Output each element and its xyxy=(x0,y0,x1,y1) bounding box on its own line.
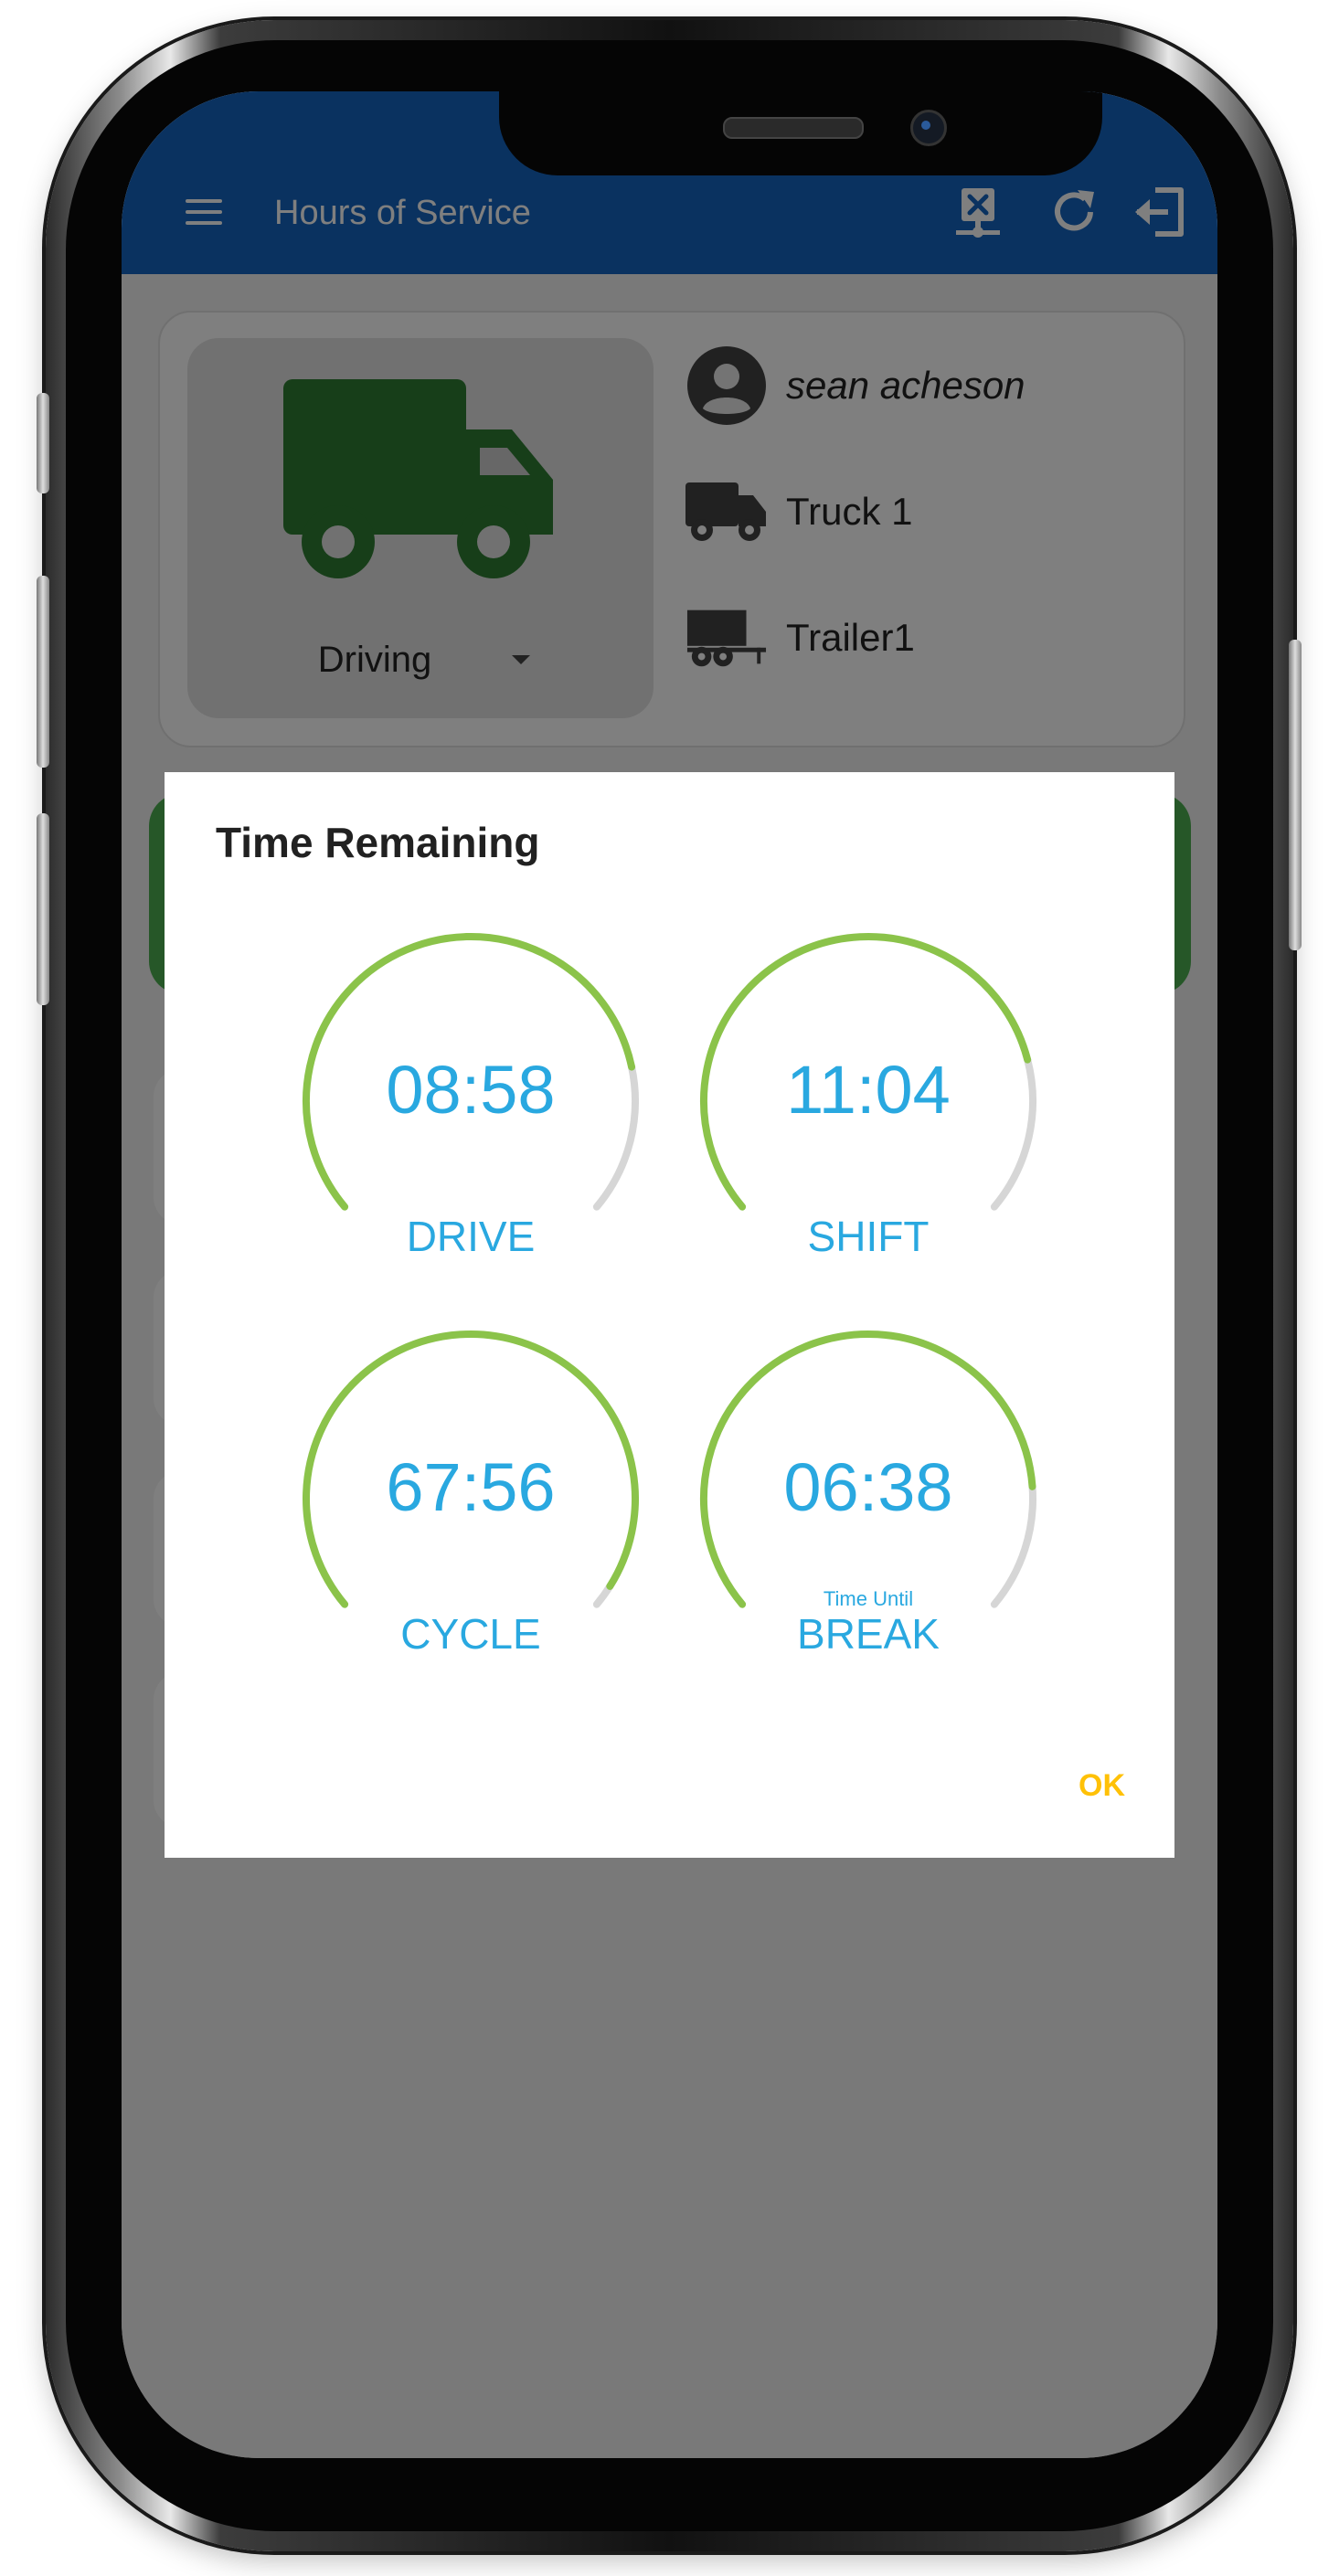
volume-down-button xyxy=(37,813,49,1005)
dialog-title: Time Remaining xyxy=(216,819,540,866)
gauge-label: SHIFT xyxy=(807,1213,930,1260)
gauge-time: 11:04 xyxy=(786,1052,951,1128)
gauge-time: 67:56 xyxy=(386,1449,556,1525)
time-remaining-dialog: Time Remaining 08:58 DRIVE 11:04 SHIFT 6… xyxy=(165,772,1174,1858)
gauge-time: 06:38 xyxy=(783,1449,953,1525)
volume-up-button xyxy=(37,576,49,768)
break-gauge: 06:38 Time Until BREAK xyxy=(690,1320,1047,1677)
gauge-label: BREAK xyxy=(797,1610,940,1658)
silent-switch xyxy=(37,393,49,493)
ok-button[interactable]: OK xyxy=(1079,1768,1125,1804)
phone-screen: Hours of Service xyxy=(122,91,1217,2458)
cycle-gauge: 67:56 CYCLE xyxy=(292,1320,649,1677)
gauge-label: DRIVE xyxy=(406,1213,536,1260)
gauge-sublabel: Time Until xyxy=(823,1587,914,1610)
front-camera xyxy=(910,110,947,146)
power-button xyxy=(1289,640,1302,950)
gauge-time: 08:58 xyxy=(386,1052,556,1128)
shift-gauge: 11:04 SHIFT xyxy=(690,923,1047,1279)
notch xyxy=(499,91,1102,175)
drive-gauge: 08:58 DRIVE xyxy=(292,923,649,1279)
gauge-label: CYCLE xyxy=(400,1610,541,1658)
speaker-grille xyxy=(723,117,864,139)
